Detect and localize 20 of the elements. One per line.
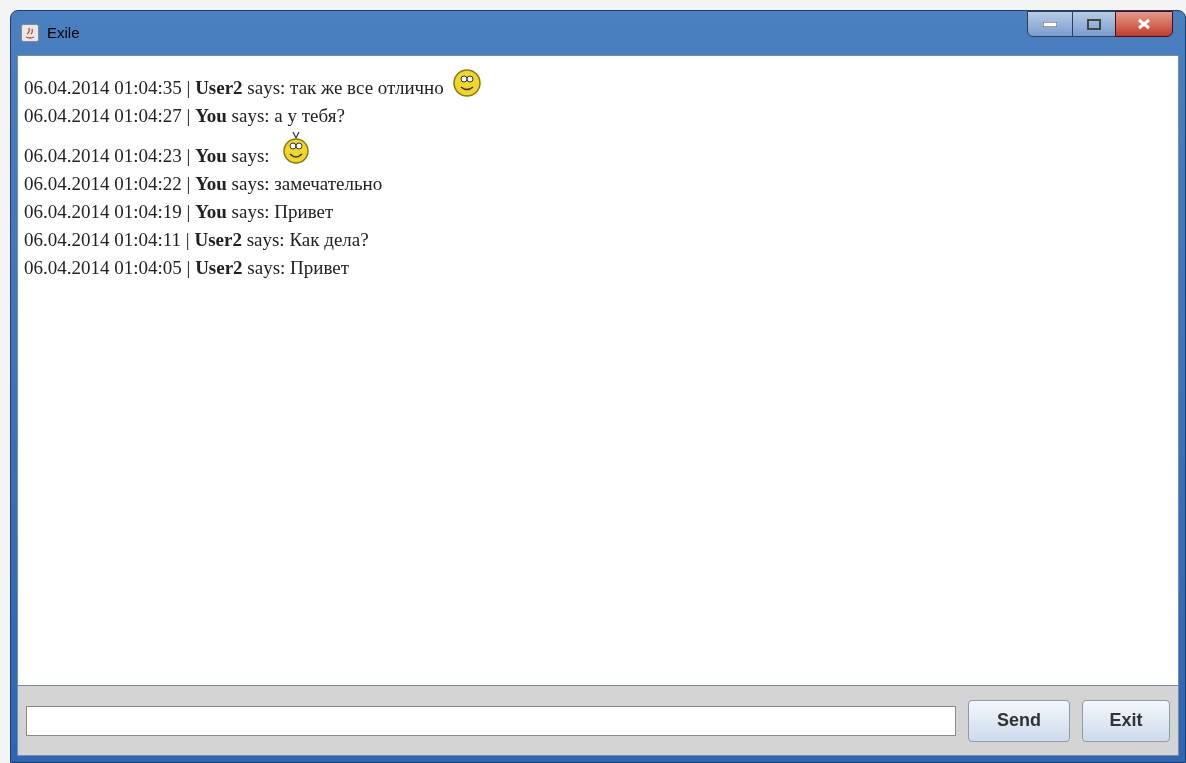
message-line: 06.04.2014 01:04:27 | You says: а у тебя? — [24, 104, 345, 128]
minimize-button[interactable] — [1027, 11, 1073, 37]
window-title: Exile — [47, 22, 80, 43]
smiley-icon — [451, 68, 482, 98]
smiley-icon — [281, 130, 310, 166]
maximize-icon — [1087, 18, 1101, 30]
message-line: 06.04.2014 01:04:22 | You says: замечательно — [24, 172, 383, 196]
maximize-button[interactable] — [1073, 11, 1115, 37]
close-button[interactable] — [1115, 11, 1173, 37]
app-icon — [21, 24, 39, 42]
message-line: 06.04.2014 01:04:11 | User2 says: Как дела? — [24, 228, 369, 252]
message-line: 06.04.2014 01:04:19 | You says: Привет — [24, 200, 334, 224]
message-input[interactable] — [26, 705, 956, 736]
close-icon — [1137, 18, 1151, 30]
message-line: 06.04.2014 01:04:05 | User2 says: Привет — [24, 256, 350, 280]
message-line: 06.04.2014 01:04:35 | User2 says: так же все отлично — [24, 76, 444, 100]
exit-button[interactable]: Exit — [1082, 699, 1170, 742]
send-button[interactable]: Send — [968, 699, 1070, 742]
minimize-icon — [1043, 21, 1057, 27]
message-line: 06.04.2014 01:04:23 | You says: — [24, 144, 270, 168]
